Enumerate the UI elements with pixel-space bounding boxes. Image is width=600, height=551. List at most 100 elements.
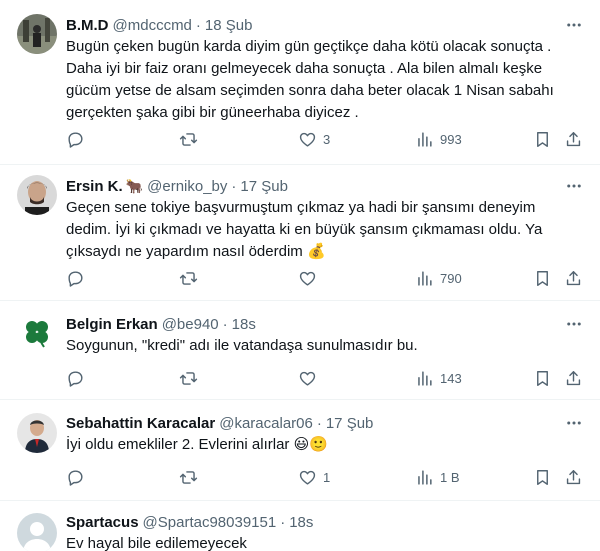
more-options-icon[interactable] xyxy=(564,314,584,334)
bookmark-icon xyxy=(537,370,548,386)
retweet-icon xyxy=(179,470,198,484)
tweet-actions: 143 xyxy=(66,368,586,388)
share-button[interactable] xyxy=(564,368,583,388)
avatar[interactable] xyxy=(17,175,57,215)
avatar[interactable] xyxy=(17,14,57,54)
views-chart-icon xyxy=(418,370,432,386)
views-chart-icon xyxy=(418,131,432,147)
tweet-text-line: dedim. İyi ki çıkmadı ve hayatta ki en b… xyxy=(66,221,543,238)
tweet-actions: 3 993 xyxy=(66,129,586,149)
tweet-text-line: İyi oldu emekliler 2. Evlerini alırlar 😃… xyxy=(66,436,328,453)
tweet-3[interactable]: Belgin Erkan @be940 · 18s Soygunun, "kre… xyxy=(0,301,600,400)
avatar[interactable] xyxy=(17,513,57,551)
bookmark-icon xyxy=(537,270,548,286)
reply-button[interactable] xyxy=(66,368,91,388)
reply-button[interactable] xyxy=(66,467,91,487)
tweet-text-line: gerçekten şaka gibi bir güneerhaba diyic… xyxy=(66,104,359,121)
more-options-icon[interactable] xyxy=(564,176,584,196)
tweet-text-line: Daha iyi bir faiz oranı gelmeyecek daha … xyxy=(66,60,543,77)
author-handle[interactable]: @karacalar06 xyxy=(219,415,313,432)
share-button[interactable] xyxy=(564,129,583,149)
separator-dot: · xyxy=(280,513,286,531)
author-name[interactable]: Belgin Erkan xyxy=(66,316,158,333)
tweet-1[interactable]: B.M.D @mdcccmd · 18 Şub Bugün çeken bugü… xyxy=(0,0,600,165)
avatar[interactable] xyxy=(17,413,57,453)
retweet-button[interactable] xyxy=(179,467,204,487)
views-button[interactable]: 790 xyxy=(415,268,462,288)
heart-icon xyxy=(299,132,316,147)
tweet-4[interactable]: Sebahattin Karacalar @karacalar06 · 17 Ş… xyxy=(0,400,600,501)
tweet-text-line: çıksaydı ne yapardım nasıl öderdim 💰 xyxy=(66,243,326,260)
views-chart-icon xyxy=(418,469,432,485)
bookmark-icon xyxy=(537,469,548,485)
like-count: 1 xyxy=(323,469,331,485)
view-count: 993 xyxy=(440,131,462,147)
like-button[interactable]: 3 xyxy=(298,129,330,149)
author-handle[interactable]: @be940 xyxy=(162,316,219,333)
tweet-text: Soygunun, "kredi" adı ile vatandaşa sunu… xyxy=(66,335,566,357)
tweet-text-line: Soygunun, "kredi" adı ile vatandaşa sunu… xyxy=(66,337,418,354)
timestamp[interactable]: 17 Şub xyxy=(326,415,374,432)
author-name[interactable]: Sebahattin Karacalar xyxy=(66,415,215,432)
reply-icon xyxy=(68,131,83,148)
tweet-actions: 1 1 B xyxy=(66,467,586,487)
separator-dot: · xyxy=(222,315,228,333)
author-name[interactable]: Spartacus xyxy=(66,514,139,531)
author-handle[interactable]: @Spartac98039151 xyxy=(143,514,277,531)
tweet-2[interactable]: Ersin K. 🐂 @erniko_by · 17 Şub Geçen sen… xyxy=(0,165,600,301)
separator-dot: · xyxy=(316,414,322,432)
heart-icon xyxy=(299,271,316,286)
more-options-icon[interactable] xyxy=(564,413,584,433)
author-name[interactable]: B.M.D xyxy=(66,17,109,34)
retweet-button[interactable] xyxy=(179,368,204,388)
default-avatar-icon xyxy=(17,513,57,551)
reply-button[interactable] xyxy=(66,129,91,149)
retweet-button[interactable] xyxy=(179,129,204,149)
share-button[interactable] xyxy=(564,268,583,288)
heart-icon xyxy=(299,371,316,386)
retweet-icon xyxy=(179,371,198,385)
timestamp[interactable]: 18s xyxy=(232,316,256,333)
bookmark-button[interactable] xyxy=(533,368,552,388)
bookmark-button[interactable] xyxy=(533,268,552,288)
timestamp[interactable]: 17 Şub xyxy=(240,178,288,195)
views-button[interactable]: 143 xyxy=(415,368,462,388)
view-count: 143 xyxy=(440,370,462,386)
tweet-text: Ev hayal bile edilemeyecek xyxy=(66,533,566,551)
share-icon xyxy=(566,270,581,285)
tweet-text: İyi oldu emekliler 2. Evlerini alırlar 😃… xyxy=(66,434,566,456)
separator-dot: · xyxy=(195,16,201,34)
timestamp[interactable]: 18 Şub xyxy=(205,17,253,34)
like-count: 3 xyxy=(323,131,331,147)
clover-icon xyxy=(17,313,57,353)
views-button[interactable]: 1 B xyxy=(415,467,460,487)
separator-dot: · xyxy=(231,177,237,195)
more-options-icon[interactable] xyxy=(564,15,584,35)
tweet-text-line: Ev hayal bile edilemeyecek xyxy=(66,535,247,551)
like-button[interactable] xyxy=(298,268,323,288)
share-icon xyxy=(566,370,581,385)
retweet-button[interactable] xyxy=(179,268,204,288)
tweet-text: Bugün çeken bugün karda diyim gün geçtik… xyxy=(66,36,566,124)
share-button[interactable] xyxy=(564,467,583,487)
author-name[interactable]: Ersin K. xyxy=(66,178,123,195)
like-button[interactable] xyxy=(298,368,323,388)
views-button[interactable]: 993 xyxy=(415,129,462,149)
retweet-icon xyxy=(179,271,198,285)
bookmark-button[interactable] xyxy=(533,467,552,487)
share-icon xyxy=(566,131,581,146)
tweet-text-line: gücüm yetse de alsam seçimden sonra daha… xyxy=(66,82,554,99)
tweet-text-line: Bugün çeken bugün karda diyim gün geçtik… xyxy=(66,38,552,55)
heart-icon xyxy=(299,470,316,485)
author-handle[interactable]: @erniko_by xyxy=(147,178,227,195)
reply-icon xyxy=(68,270,83,287)
tweet-5[interactable]: Spartacus @Spartac98039151 · 18s Ev haya… xyxy=(0,501,600,551)
bookmark-button[interactable] xyxy=(533,129,552,149)
bookmark-icon xyxy=(537,131,548,147)
like-button[interactable]: 1 xyxy=(298,467,330,487)
tweet-actions: 790 xyxy=(66,268,586,288)
avatar[interactable] xyxy=(17,313,57,353)
timestamp[interactable]: 18s xyxy=(289,514,313,531)
author-handle[interactable]: @mdcccmd xyxy=(113,17,192,34)
reply-button[interactable] xyxy=(66,268,91,288)
